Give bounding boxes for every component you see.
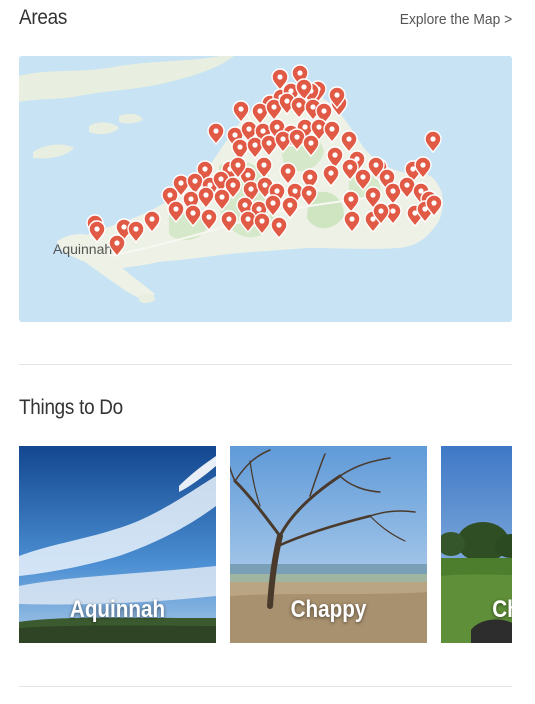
map-pin-dot bbox=[203, 192, 209, 198]
map-pin-dot bbox=[213, 128, 219, 134]
explore-map-link[interactable]: Explore the Map > bbox=[400, 11, 512, 28]
map-pin-dot bbox=[202, 166, 208, 172]
map-pin-dot bbox=[246, 126, 252, 132]
card-aquinnah[interactable]: Aquinnah bbox=[19, 446, 216, 643]
map-pin-dot bbox=[230, 182, 236, 188]
map-place-label: Aquinnah bbox=[53, 241, 112, 257]
card-label: Chappy bbox=[290, 596, 367, 623]
map-pin-dot bbox=[192, 178, 198, 184]
map-pin-dot bbox=[238, 106, 244, 112]
map-canvas: Aquinnah bbox=[19, 56, 512, 322]
areas-header: Areas Explore the Map > bbox=[19, 6, 512, 30]
map-pin-dot bbox=[284, 98, 290, 104]
map-pin-dot bbox=[257, 108, 263, 114]
map-pin-dot bbox=[167, 192, 173, 198]
map-pin-dot bbox=[404, 182, 410, 188]
map-pin-dot bbox=[248, 186, 254, 192]
map-pin-dot bbox=[245, 216, 251, 222]
map-pin-dot bbox=[190, 210, 196, 216]
map-pin-dot bbox=[292, 188, 298, 194]
map-pin-dot bbox=[206, 214, 212, 220]
map-pin-dot bbox=[218, 176, 224, 182]
map-pin-dot bbox=[384, 174, 390, 180]
map-pin-dot bbox=[373, 162, 379, 168]
map-pin-dot bbox=[308, 140, 314, 146]
map-pin-dot bbox=[260, 128, 266, 134]
map-pin-dot bbox=[306, 190, 312, 196]
areas-map[interactable]: Aquinnah bbox=[19, 56, 512, 322]
map-pin-dot bbox=[149, 216, 155, 222]
map-pin-dot bbox=[274, 188, 280, 194]
map-pin-dot bbox=[346, 136, 352, 142]
map-pin-dot bbox=[329, 126, 335, 132]
map-pin-dot bbox=[321, 108, 327, 114]
map-pin-dot bbox=[310, 104, 316, 110]
areas-title: Areas bbox=[19, 6, 68, 29]
map-pin-dot bbox=[430, 136, 436, 142]
map-pin-dot bbox=[370, 192, 376, 198]
map-pin-dot bbox=[349, 216, 355, 222]
map-pin-dot bbox=[219, 194, 225, 200]
map-pin-dot bbox=[94, 226, 100, 232]
map-pin-dot bbox=[256, 206, 262, 212]
map-pin-dot bbox=[390, 208, 396, 214]
card-third[interactable]: Ch bbox=[441, 446, 512, 643]
things-to-do-title: Things to Do bbox=[19, 396, 123, 419]
map-pin-dot bbox=[226, 216, 232, 222]
map-pin-dot bbox=[287, 202, 293, 208]
card-label: Aquinnah bbox=[69, 596, 166, 623]
map-pin-dot bbox=[301, 84, 307, 90]
map-pin-dot bbox=[266, 140, 272, 146]
map-pin-dot bbox=[302, 124, 308, 130]
map-pin-dot bbox=[431, 200, 437, 206]
map-pin-dot bbox=[252, 142, 258, 148]
map-pin-dot bbox=[332, 152, 338, 158]
map-pin-dot bbox=[348, 196, 354, 202]
card-chappy[interactable]: Chappy bbox=[230, 446, 427, 643]
map-pin-dot bbox=[347, 164, 353, 170]
map-pin-dot bbox=[133, 226, 139, 232]
map-pin-dot bbox=[297, 70, 303, 76]
divider bbox=[19, 686, 512, 687]
map-pin-dot bbox=[276, 222, 282, 228]
map-pin-dot bbox=[277, 74, 283, 80]
map-pin-dot bbox=[259, 218, 265, 224]
map-pin-dot bbox=[178, 180, 184, 186]
map-pin-dot bbox=[360, 174, 366, 180]
map-pin-dot bbox=[271, 104, 277, 110]
map-pin-dot bbox=[188, 196, 194, 202]
map-pin-dot bbox=[242, 202, 248, 208]
map-pin-dot bbox=[328, 170, 334, 176]
map-pin-dot bbox=[307, 174, 313, 180]
map-pin-dot bbox=[420, 162, 426, 168]
map-pin-dot bbox=[378, 208, 384, 214]
map-pin-dot bbox=[261, 162, 267, 168]
map-pin-dot bbox=[235, 162, 241, 168]
map-pin-dot bbox=[316, 124, 322, 130]
map-pin-dot bbox=[237, 144, 243, 150]
map-pin-dot bbox=[121, 224, 127, 230]
map-pin-dot bbox=[294, 134, 300, 140]
map-pin-dot bbox=[418, 188, 424, 194]
map-pin-dot bbox=[262, 182, 268, 188]
map-pin-dot bbox=[270, 200, 276, 206]
map-pin-dot bbox=[390, 188, 396, 194]
things-to-do-header: Things to Do bbox=[19, 396, 512, 420]
map-pin-dot bbox=[334, 92, 340, 98]
map-pin-dot bbox=[285, 168, 291, 174]
map-pin-dot bbox=[114, 240, 120, 246]
card-label: Ch bbox=[492, 596, 512, 623]
divider bbox=[19, 364, 512, 365]
map-pin-dot bbox=[173, 206, 179, 212]
map-pin-dot bbox=[245, 172, 251, 178]
things-to-do-carousel[interactable]: Aquinnah Chappy C bbox=[19, 446, 512, 643]
map-pin-dot bbox=[274, 124, 280, 130]
map-pin-dot bbox=[296, 102, 302, 108]
map-pin-dot bbox=[280, 136, 286, 142]
map-pin-dot bbox=[232, 132, 238, 138]
